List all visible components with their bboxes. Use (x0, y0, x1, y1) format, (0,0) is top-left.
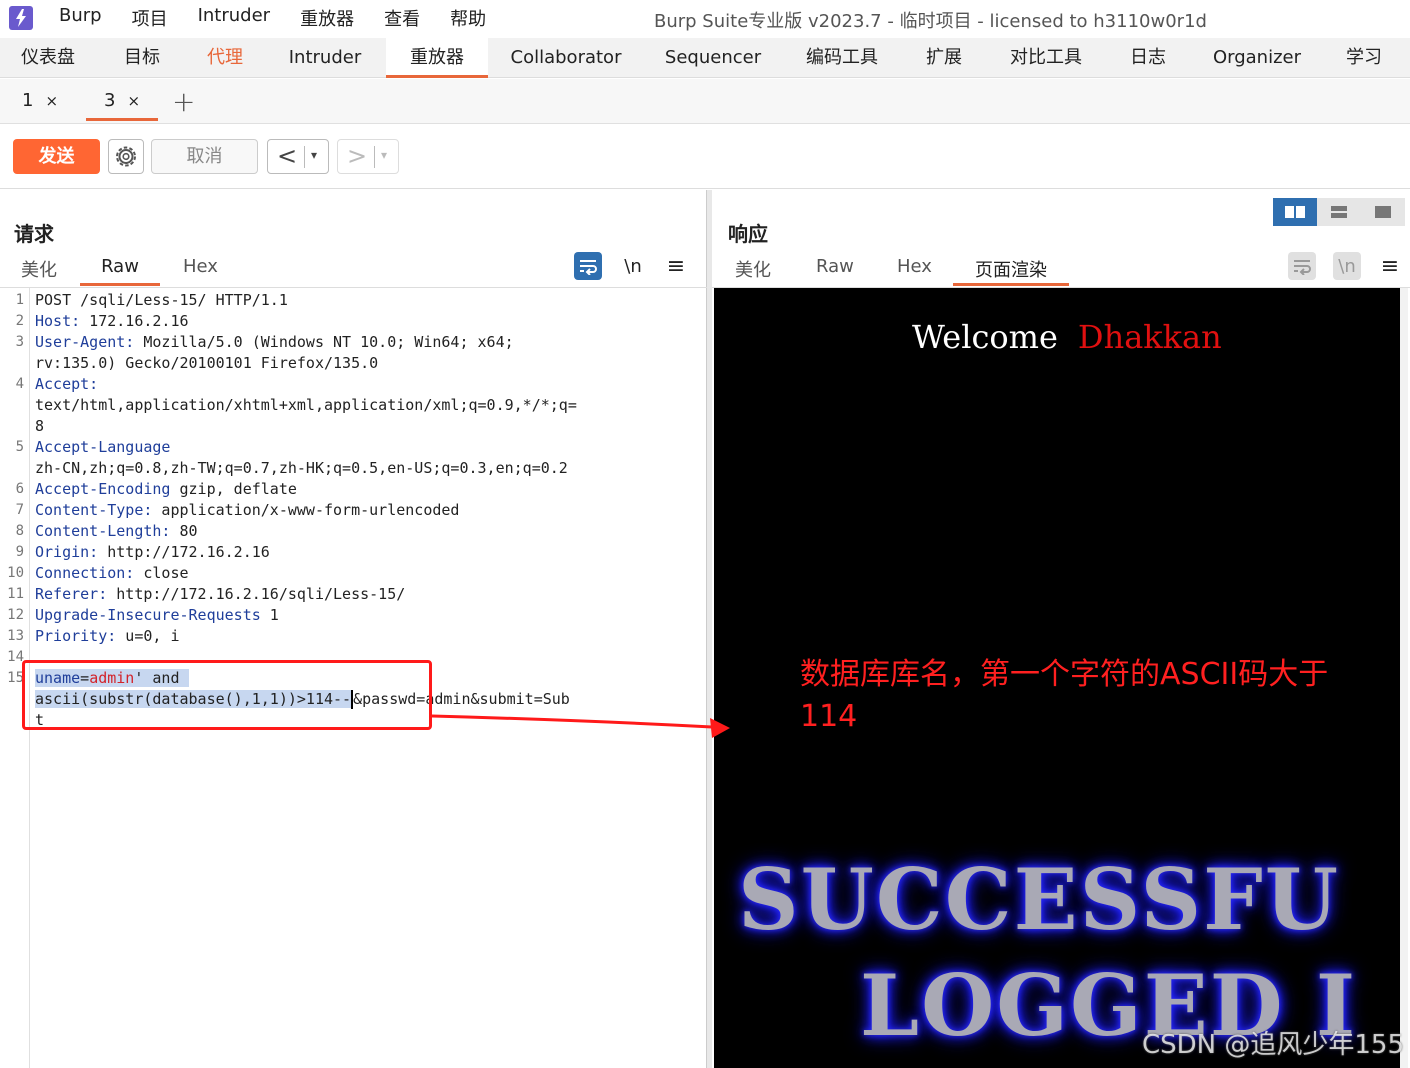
menu-view[interactable]: 查看 (384, 5, 420, 31)
code-line: 4 Accept: (15, 375, 99, 393)
tab-intruder[interactable]: Intruder (270, 38, 380, 78)
tab-decoder[interactable]: 编码工具 (790, 38, 894, 78)
menu-bar: Burp 项目 Intruder 重放器 查看 帮助 Burp Suite专业版… (0, 0, 1410, 36)
tab-comparer[interactable]: 对比工具 (994, 38, 1098, 78)
send-button[interactable]: 发送 (13, 139, 100, 174)
layout-stacked-icon[interactable] (1317, 198, 1361, 226)
layout-switcher (1273, 198, 1405, 226)
code-line: 1 POST /sqli/Less-15/ HTTP/1.1 (15, 291, 288, 309)
repeater-toolbar: 发送 取消 < ▾ > ▾ (0, 125, 1410, 189)
rendered-page: Welcome Dhakkan 数据库库名，第一个字符的ASCII码大于114 S… (714, 288, 1400, 1068)
welcome-heading: Welcome Dhakkan (912, 318, 1222, 356)
chevron-right-icon: > (347, 142, 368, 170)
close-icon[interactable]: × (45, 92, 58, 110)
request-tab-raw[interactable]: Raw (80, 256, 160, 286)
chevron-down-icon[interactable]: ▾ (381, 148, 387, 162)
annotation-text: 数据库库名，第一个字符的ASCII码大于114 (800, 657, 1329, 734)
tab-collaborator[interactable]: Collaborator (496, 38, 636, 78)
history-forward-button[interactable]: > ▾ (337, 139, 399, 174)
menu-hamburger-icon[interactable]: ≡ (1376, 252, 1404, 280)
code-line: 6 Accept-Encoding gzip, deflate (15, 480, 297, 498)
repeater-tab-label: 1 (22, 90, 34, 111)
code-line: 11 Referer: http://172.16.2.16/sqli/Less-… (7, 585, 406, 603)
response-tab-render[interactable]: 页面渲染 (953, 256, 1069, 286)
layout-side-by-side-icon[interactable] (1273, 198, 1317, 226)
response-tab-pretty[interactable]: 美化 (735, 256, 771, 286)
close-icon[interactable]: × (127, 92, 140, 110)
code-line: zh-CN,zh;q=0.8,zh-TW;q=0.7,zh-HK;q=0.5,e… (35, 459, 568, 477)
code-line: 12 Upgrade-Insecure-Requests 1 (7, 606, 279, 624)
success-banner-line1: SUCCESSFU (738, 850, 1341, 949)
response-tab-raw[interactable]: Raw (816, 256, 854, 286)
tab-sequencer[interactable]: Sequencer (648, 38, 778, 78)
request-title: 请求 (14, 222, 54, 246)
watermark-text: CSDN @追风少年155 (1142, 1030, 1405, 1060)
tab-learn[interactable]: 学习 (1326, 38, 1402, 78)
main-tab-strip: 仪表盘 目标 代理 Intruder 重放器 Collaborator Sequ… (0, 38, 1410, 78)
settings-gear-icon[interactable] (108, 139, 144, 174)
layout-tabs-icon[interactable] (1361, 198, 1405, 226)
newline-toggle-icon[interactable]: \n (619, 252, 647, 280)
code-line: 8 (35, 417, 45, 435)
wrap-lines-icon[interactable] (1288, 252, 1316, 280)
newline-toggle-icon[interactable]: \n (1333, 252, 1361, 280)
chevron-down-icon[interactable]: ▾ (311, 148, 317, 162)
code-line: text/html,application/xhtml+xml,applicat… (35, 396, 577, 414)
repeater-tab-1[interactable]: 1 × (22, 79, 58, 121)
chevron-left-icon: < (277, 142, 298, 170)
code-line: 5 Accept-Language (15, 438, 171, 456)
menu-hamburger-icon[interactable]: ≡ (662, 252, 690, 280)
tab-proxy[interactable]: 代理 (188, 38, 262, 78)
code-line: 2 Host: 172.16.2.16 (15, 312, 189, 330)
response-scrollbar[interactable] (1400, 288, 1408, 1068)
window-title: Burp Suite专业版 v2023.7 - 临时项目 - licensed … (654, 11, 1207, 32)
tab-target[interactable]: 目标 (104, 38, 180, 78)
code-line: 7 Content-Type: application/x-www-form-ur… (15, 501, 460, 519)
code-line: rv:135.0) Gecko/20100101 Firefox/135.0 (35, 354, 379, 372)
response-title: 响应 (728, 222, 768, 246)
code-line: 3 User-Agent: Mozilla/5.0 (Windows NT 10.… (15, 333, 514, 351)
code-line: 8 Content-Length: 80 (15, 522, 198, 540)
highlight-box (22, 660, 432, 730)
repeater-tab-3[interactable]: 3 × (86, 79, 158, 121)
burp-logo-icon (9, 6, 33, 30)
menu-intruder[interactable]: Intruder (198, 5, 270, 31)
wrap-lines-icon[interactable] (574, 252, 602, 280)
tab-extensions[interactable]: 扩展 (906, 38, 982, 78)
response-panel: 响应 美化 Raw Hex 页面渲染 \n ≡ Welcome Dhakkan 数… (712, 190, 1410, 1068)
repeater-tab-strip: 1 × 3 × + (0, 79, 1410, 124)
response-tab-hex[interactable]: Hex (897, 256, 932, 286)
menu-project[interactable]: 项目 (132, 5, 168, 31)
code-line: 13 Priority: u=0, i (7, 627, 180, 645)
cancel-button[interactable]: 取消 (151, 139, 258, 174)
request-tab-pretty[interactable]: 美化 (21, 256, 57, 286)
menu-repeater[interactable]: 重放器 (300, 5, 354, 31)
history-back-button[interactable]: < ▾ (267, 139, 329, 174)
tab-organizer[interactable]: Organizer (1198, 38, 1316, 78)
add-tab-button[interactable]: + (172, 85, 195, 118)
menu-burp[interactable]: Burp (59, 5, 102, 31)
tab-dashboard[interactable]: 仪表盘 (0, 38, 96, 78)
request-panel: 请求 美化 Raw Hex \n ≡ 1 POST /sqli/Less-15/ … (0, 190, 707, 1068)
code-line: 10 Connection: close (7, 564, 189, 582)
code-line: 9 Origin: http://172.16.2.16 (15, 543, 270, 561)
request-tab-hex[interactable]: Hex (183, 256, 218, 286)
repeater-tab-label: 3 (104, 90, 116, 111)
tab-logger[interactable]: 日志 (1110, 38, 1186, 78)
tab-repeater[interactable]: 重放器 (386, 38, 488, 78)
menu-help[interactable]: 帮助 (450, 5, 486, 31)
